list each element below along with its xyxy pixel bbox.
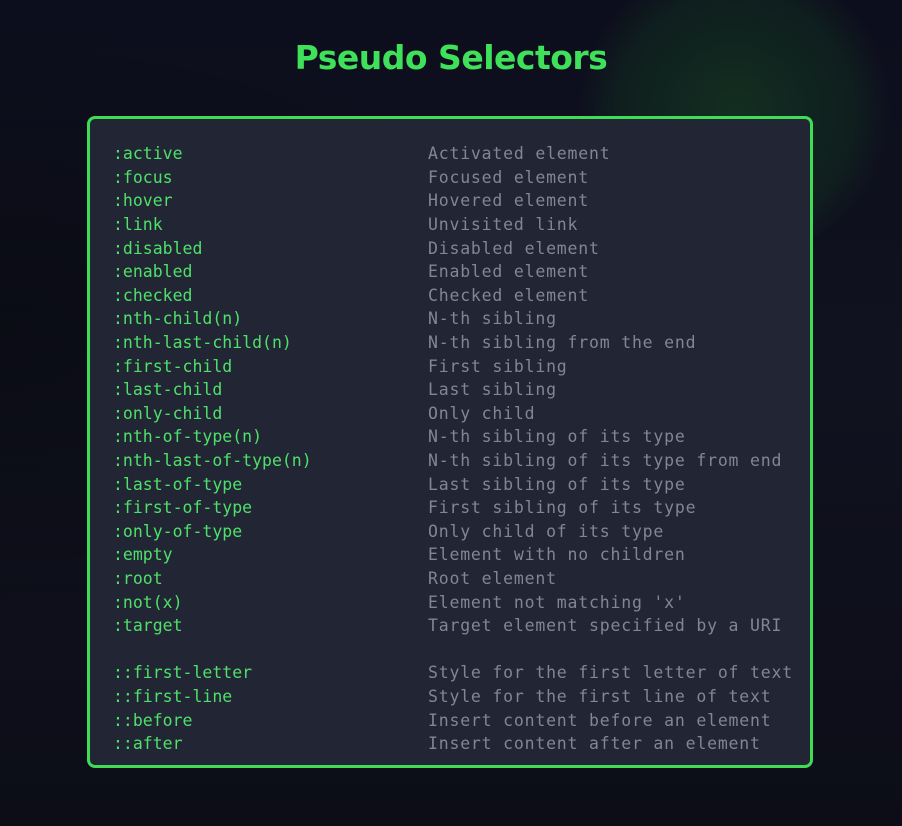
pseudo-class-row: :last-of-type Last sibling of its type (113, 472, 803, 496)
pseudo-class-row: :last-child Last sibling (113, 378, 803, 402)
selector-description: Focused element (428, 167, 590, 187)
pseudo-class-row: :first-of-type First sibling of its type (113, 496, 803, 520)
pseudo-element-row: ::first-letter Style for the first lette… (113, 661, 803, 685)
selector-name: :focus (113, 167, 173, 187)
selector-name: ::before (113, 710, 193, 730)
selector-name: :hover (113, 191, 173, 211)
pseudo-class-row: :empty Element with no children (113, 543, 803, 567)
selector-description: Element not matching 'x' (428, 592, 686, 612)
selector-description: Activated element (428, 144, 611, 164)
selector-name: :last-of-type (113, 474, 243, 494)
selector-name: :last-child (113, 380, 223, 400)
selector-name: :first-child (113, 356, 233, 376)
pseudo-class-row: :checked Checked element (113, 284, 803, 308)
selector-name: :nth-child(n) (113, 309, 243, 329)
pseudo-class-row: :only-of-type Only child of its type (113, 520, 803, 544)
selector-description: Checked element (428, 285, 590, 305)
selector-description: N-th sibling from the end (428, 333, 697, 353)
pseudo-class-row: :nth-of-type(n) N-th sibling of its type (113, 425, 803, 449)
page-title: Pseudo Selectors (294, 38, 608, 77)
pseudo-class-row: :root Root element (113, 567, 803, 591)
selector-name: :link (113, 215, 163, 235)
selector-description: Disabled element (428, 238, 600, 258)
selector-description: Root element (428, 568, 557, 588)
selector-description: First sibling of its type (428, 498, 697, 518)
selector-name: :active (113, 144, 183, 164)
pseudo-element-row: ::before Insert content before an elemen… (113, 708, 803, 732)
selector-name: :not(x) (113, 592, 183, 612)
selector-reference-panel: :active Activated element :focus Focused… (87, 116, 813, 768)
selector-description: N-th sibling of its type from end (428, 451, 783, 471)
selector-description: Hovered element (428, 191, 590, 211)
pseudo-class-row: :active Activated element (113, 142, 803, 166)
selector-description: Insert content after an element (428, 734, 761, 754)
selector-name: :nth-last-child(n) (113, 333, 292, 353)
selector-description: Only child of its type (428, 521, 665, 541)
selector-name: :nth-last-of-type(n) (113, 451, 312, 471)
selector-name: :only-child (113, 403, 223, 423)
selector-description: First sibling (428, 356, 568, 376)
pseudo-class-row: :nth-last-child(n) N-th sibling from the… (113, 331, 803, 355)
pseudo-class-row: :enabled Enabled element (113, 260, 803, 284)
pseudo-element-row: ::first-line Style for the first line of… (113, 685, 803, 709)
selector-description: Target element specified by a URI (428, 616, 783, 636)
selector-name: :checked (113, 285, 193, 305)
selector-description: Last sibling (428, 380, 557, 400)
selector-description: Unvisited link (428, 215, 579, 235)
selector-description: Style for the first line of text (428, 686, 772, 706)
selector-description: N-th sibling (428, 309, 557, 329)
pseudo-class-row: :focus Focused element (113, 166, 803, 190)
selector-name: :empty (113, 545, 173, 565)
pseudo-class-row: :disabled Disabled element (113, 236, 803, 260)
selector-name: :root (113, 568, 163, 588)
selector-description: Last sibling of its type (428, 474, 686, 494)
selector-name: ::after (113, 734, 183, 754)
selector-description: Only child (428, 403, 536, 423)
pseudo-class-row: :target Target element specified by a UR… (113, 614, 803, 638)
pseudo-element-row: ::after Insert content after an element (113, 732, 803, 756)
selector-description: Insert content before an element (428, 710, 772, 730)
pseudo-class-row: :nth-child(n) N-th sibling (113, 307, 803, 331)
pseudo-class-row: :nth-last-of-type(n) N-th sibling of its… (113, 449, 803, 473)
selector-name: :disabled (113, 238, 203, 258)
selector-name: :first-of-type (113, 498, 253, 518)
selector-name: ::first-line (113, 686, 233, 706)
selector-name: :only-of-type (113, 521, 243, 541)
selector-description: Element with no children (428, 545, 686, 565)
pseudo-class-row: :first-child First sibling (113, 354, 803, 378)
selector-description: Enabled element (428, 262, 590, 282)
selector-name: ::first-letter (113, 663, 253, 683)
selector-list: :active Activated element :focus Focused… (113, 142, 803, 755)
pseudo-class-row: :hover Hovered element (113, 189, 803, 213)
selector-description: Style for the first letter of text (428, 663, 793, 683)
selector-name: :enabled (113, 262, 193, 282)
selector-name: :target (113, 616, 183, 636)
pseudo-class-row: :link Unvisited link (113, 213, 803, 237)
selector-description: N-th sibling of its type (428, 427, 686, 447)
selector-name: :nth-of-type(n) (113, 427, 263, 447)
pseudo-class-row: :only-child Only child (113, 402, 803, 426)
pseudo-class-row: :not(x) Element not matching 'x' (113, 590, 803, 614)
